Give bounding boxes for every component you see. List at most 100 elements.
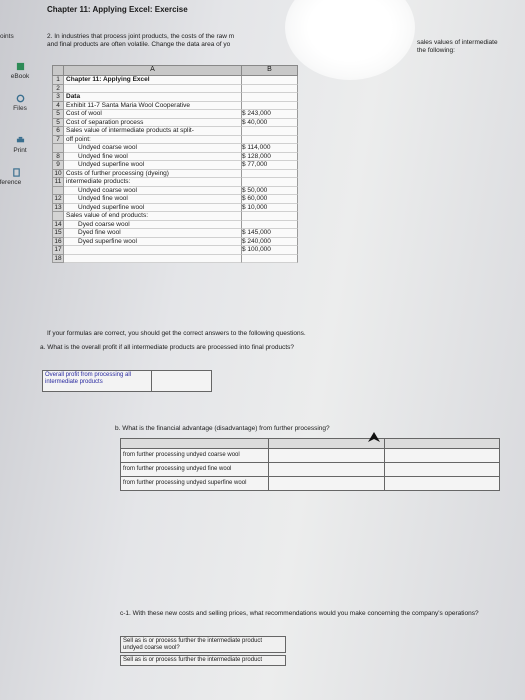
answer-b-select[interactable]	[383, 476, 500, 491]
row-number[interactable]: 4	[52, 101, 64, 110]
answer-b-label: from further processing undyed fine wool	[120, 462, 269, 477]
row-number[interactable]: 9	[52, 161, 64, 170]
row-number[interactable]: 2	[52, 84, 64, 93]
sidebar-item-reference[interactable]: eference	[0, 168, 36, 186]
cell-a[interactable]: Undyed coarse wool	[64, 144, 242, 153]
row-number[interactable]	[52, 144, 64, 153]
sheet-row: 18	[52, 254, 298, 263]
sidebar-item-label: Print	[13, 147, 27, 154]
answer-a-input[interactable]	[152, 370, 212, 392]
cell-b[interactable]: $ 60,000	[242, 195, 298, 204]
sheet-rows: 1 Chapter 11: Applying Excel 2 3 Data 4 Exhibi…	[52, 76, 298, 263]
row-number[interactable]: 18	[52, 254, 64, 263]
cell-b[interactable]	[242, 93, 298, 102]
cell-b[interactable]	[242, 76, 298, 85]
row-number[interactable]: 14	[52, 220, 64, 229]
row-number[interactable]: 1	[52, 76, 64, 85]
cell-a[interactable]	[64, 254, 242, 263]
header-corner[interactable]	[52, 65, 64, 76]
row-number[interactable]	[52, 212, 64, 221]
cell-a[interactable]: Undyed superfine wool	[64, 161, 242, 170]
sidebar-item-ebook[interactable]: eBook	[0, 62, 40, 80]
cell-b[interactable]: $ 114,000	[242, 144, 298, 153]
cell-a[interactable]	[64, 246, 242, 255]
cell-b[interactable]: $ 240,000	[242, 237, 298, 246]
cell-b[interactable]	[242, 178, 298, 187]
row-number[interactable]: 3	[52, 93, 64, 102]
cell-a[interactable]: Undyed fine wool	[64, 152, 242, 161]
cell-b[interactable]	[242, 169, 298, 178]
answer-b-select[interactable]	[383, 462, 500, 477]
cell-a[interactable]: Dyed fine wool	[64, 229, 242, 238]
cell-b[interactable]: $ 100,000	[242, 246, 298, 255]
sidebar-item-points[interactable]: oints	[0, 33, 40, 40]
cell-b[interactable]: $ 243,000	[242, 110, 298, 119]
cell-a[interactable]	[64, 84, 242, 93]
sheet-row: Sales value of end products:	[52, 212, 298, 221]
left-sidebar: oints eBook Files Print eference	[0, 0, 40, 700]
sidebar-item-label: eference	[0, 179, 22, 186]
cell-a[interactable]: Costs of further processing (dyeing)	[64, 169, 242, 178]
sidebar-item-label: Files	[13, 105, 27, 112]
row-number[interactable]: 16	[52, 237, 64, 246]
cell-b[interactable]	[242, 127, 298, 136]
sheet-row: 4 Exhibit 11-7 Santa Maria Wool Cooperati…	[52, 101, 298, 110]
row-number[interactable]: 7	[52, 135, 64, 144]
answer-b-input[interactable]	[268, 476, 385, 491]
row-number[interactable]: 15	[52, 229, 64, 238]
cell-b[interactable]	[242, 101, 298, 110]
answer-c-option-coarse[interactable]: Sell as is or process further the interm…	[120, 636, 286, 653]
cell-a[interactable]: off point:	[64, 135, 242, 144]
cell-a[interactable]: Cost of separation process	[64, 118, 242, 127]
cell-a[interactable]: Undyed coarse wool	[64, 186, 242, 195]
answer-b-table: from further processing undyed coarse wo…	[120, 438, 500, 491]
row-number[interactable]: 13	[52, 203, 64, 212]
row-number[interactable]: 5	[52, 118, 64, 127]
cell-a[interactable]: Data	[64, 93, 242, 102]
answer-b-label: from further processing undyed coarse wo…	[120, 448, 269, 463]
cell-b[interactable]: $ 50,000	[242, 186, 298, 195]
row-number[interactable]: 12	[52, 195, 64, 204]
answer-c-option-next[interactable]: Sell as is or process further the interm…	[120, 655, 286, 666]
sheet-row: 10 Costs of further processing (dyeing)	[52, 169, 298, 178]
column-header-a[interactable]: A	[64, 65, 242, 76]
cell-a[interactable]: Sales value of intermediate products at …	[64, 127, 242, 136]
question-a: a. What is the overall profit if all int…	[40, 344, 294, 351]
cell-b[interactable]	[242, 212, 298, 221]
cell-a[interactable]: Dyed coarse wool	[64, 220, 242, 229]
row-number[interactable]: 6	[52, 127, 64, 136]
cell-b[interactable]: $ 10,000	[242, 203, 298, 212]
cell-b[interactable]	[242, 84, 298, 93]
cell-b[interactable]	[242, 254, 298, 263]
sidebar-item-print[interactable]: Print	[0, 136, 40, 154]
cell-b[interactable]: $ 128,000	[242, 152, 298, 161]
sidebar-item-files[interactable]: Files	[0, 94, 40, 112]
cell-b[interactable]: $ 40,000	[242, 118, 298, 127]
sheet-row: 12 Undyed fine wool $ 60,000	[52, 195, 298, 204]
cell-a[interactable]: intermediate products:	[64, 178, 242, 187]
cell-a[interactable]: Exhibit 11-7 Santa Maria Wool Cooperativ…	[64, 101, 242, 110]
row-number[interactable]: 17	[52, 246, 64, 255]
row-number[interactable]	[52, 186, 64, 195]
cell-b[interactable]: $ 145,000	[242, 229, 298, 238]
cell-a[interactable]: Cost of wool	[64, 110, 242, 119]
row-number[interactable]: 10	[52, 169, 64, 178]
cell-a[interactable]: Undyed fine wool	[64, 195, 242, 204]
cell-a[interactable]: Chapter 11: Applying Excel	[64, 76, 242, 85]
cell-b[interactable]: $ 77,000	[242, 161, 298, 170]
answer-b-select[interactable]	[383, 448, 500, 463]
instruction-right-line-2: the following:	[417, 47, 455, 54]
cell-a[interactable]: Sales value of end products:	[64, 212, 242, 221]
answer-b-input[interactable]	[268, 462, 385, 477]
row-number[interactable]: 8	[52, 152, 64, 161]
answer-b-row: from further processing undyed coarse wo…	[120, 448, 500, 463]
row-number[interactable]: 5	[52, 110, 64, 119]
cell-b[interactable]	[242, 135, 298, 144]
cell-b[interactable]	[242, 220, 298, 229]
cell-a[interactable]: Undyed superfine wool	[64, 203, 242, 212]
column-header-b[interactable]: B	[242, 65, 298, 76]
row-number[interactable]: 11	[52, 178, 64, 187]
answer-b-label: from further processing undyed superfine…	[120, 476, 269, 491]
answer-b-input[interactable]	[268, 448, 385, 463]
cell-a[interactable]: Dyed superfine wool	[64, 237, 242, 246]
